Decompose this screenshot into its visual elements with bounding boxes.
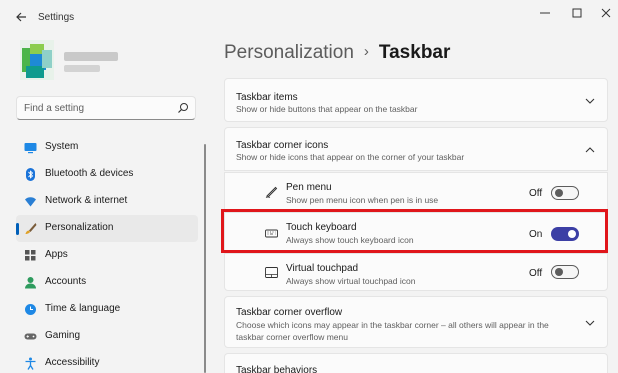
page-title: Taskbar <box>378 42 451 63</box>
pen-menu-toggle[interactable] <box>551 186 579 200</box>
minimize-button[interactable] <box>530 4 560 24</box>
back-button[interactable] <box>10 8 32 26</box>
breadcrumb: Personalization › Taskbar <box>224 42 450 64</box>
bluetooth-icon <box>26 168 35 181</box>
toggle-knob <box>555 189 563 197</box>
sidebar-item-personalization[interactable]: Personalization <box>16 215 198 242</box>
search-icon <box>178 103 188 113</box>
keyboard-icon <box>265 229 278 238</box>
section-description: Choose which icons may appear in the tas… <box>236 320 549 342</box>
taskbar-items-section[interactable]: Taskbar items Show or hide buttons that … <box>224 78 608 122</box>
sidebar-item-system[interactable]: System <box>16 134 198 161</box>
app-title: Settings <box>38 12 75 23</box>
sidebar-item-label: Accessibility <box>45 357 100 368</box>
section-description: Show or hide icons that appear on the co… <box>236 152 465 162</box>
apps-icon <box>25 250 36 261</box>
toggle-knob <box>555 268 563 276</box>
monitor-icon <box>24 143 37 154</box>
back-arrow-icon <box>16 12 26 22</box>
sidebar-item-label: Personalization <box>45 222 114 233</box>
pen-icon <box>265 186 278 198</box>
chevron-up-icon[interactable] <box>585 146 595 154</box>
section-description: Show or hide buttons that appear on the … <box>236 104 418 114</box>
sidebar-item-label: Accounts <box>45 276 87 287</box>
taskbar-corner-icons-section[interactable]: Taskbar corner icons Show or hide icons … <box>224 127 608 171</box>
search-input[interactable]: Find a setting <box>16 96 196 120</box>
minimize-icon <box>540 12 550 14</box>
toggle-state-label: Off <box>529 268 543 279</box>
virtual-touchpad-setting: Virtual touchpad Always show virtual tou… <box>224 253 608 291</box>
sidebar-item-label: Network & internet <box>45 195 128 206</box>
sidebar-item-accessibility[interactable]: Accessibility <box>16 350 198 373</box>
setting-title: Virtual touchpad <box>286 263 359 274</box>
taskbar-corner-overflow-section[interactable]: Taskbar corner overflow Choose which ico… <box>224 296 608 348</box>
touch-keyboard-toggle[interactable] <box>551 227 579 241</box>
breadcrumb-separator: › <box>363 43 369 60</box>
section-title: Taskbar behaviors <box>236 365 318 373</box>
pen-menu-setting: Pen menu Show pen menu icon when pen is … <box>224 172 608 211</box>
virtual-touchpad-toggle[interactable] <box>551 265 579 279</box>
sidebar-item-label: Time & language <box>45 303 121 314</box>
sidebar-scrollbar[interactable] <box>204 144 206 373</box>
sidebar-item-time-language[interactable]: Time & language <box>16 296 198 323</box>
wifi-icon <box>25 197 36 207</box>
touchpad-icon <box>265 267 278 278</box>
setting-title: Touch keyboard <box>286 222 357 233</box>
gamepad-icon <box>24 333 37 340</box>
sidebar-item-label: System <box>45 141 79 152</box>
toggle-state-label: On <box>529 229 543 240</box>
sidebar-item-label: Gaming <box>45 330 81 341</box>
maximize-button[interactable] <box>562 4 592 24</box>
setting-description: Show pen menu icon when pen is in use <box>286 195 439 205</box>
sidebar-item-accounts[interactable]: Accounts <box>16 269 198 296</box>
chevron-down-icon[interactable] <box>585 97 595 105</box>
section-title: Taskbar items <box>236 92 298 103</box>
maximize-icon <box>572 8 582 18</box>
avatar[interactable] <box>20 40 54 80</box>
user-email-blurred <box>64 65 100 72</box>
setting-title: Pen menu <box>286 182 332 193</box>
sidebar-item-network[interactable]: Network & internet <box>16 188 198 215</box>
brush-icon <box>25 223 37 234</box>
close-icon <box>601 8 611 18</box>
toggle-knob <box>568 230 576 238</box>
person-icon <box>25 277 36 289</box>
sidebar-item-gaming[interactable]: Gaming <box>16 323 198 350</box>
accessibility-icon <box>25 357 36 370</box>
sidebar-item-label: Apps <box>45 249 68 260</box>
sidebar-item-label: Bluetooth & devices <box>45 168 134 179</box>
setting-description: Always show virtual touchpad icon <box>286 276 416 286</box>
close-button[interactable] <box>594 4 618 24</box>
chevron-down-icon[interactable] <box>585 319 595 327</box>
search-placeholder: Find a setting <box>24 103 85 114</box>
sidebar-nav: System Bluetooth & devices Network & int… <box>16 134 198 373</box>
sidebar-item-apps[interactable]: Apps <box>16 242 198 269</box>
title-bar: Settings <box>0 0 618 34</box>
user-name-blurred <box>64 52 118 61</box>
breadcrumb-parent[interactable]: Personalization <box>224 42 354 63</box>
section-title: Taskbar corner overflow <box>236 307 343 318</box>
touch-keyboard-setting: Touch keyboard Always show touch keyboar… <box>224 212 608 252</box>
taskbar-behaviors-section[interactable]: Taskbar behaviors <box>224 353 608 373</box>
sidebar-item-bluetooth[interactable]: Bluetooth & devices <box>16 161 198 188</box>
toggle-state-label: Off <box>529 188 543 199</box>
setting-description: Always show touch keyboard icon <box>286 235 414 245</box>
section-title: Taskbar corner icons <box>236 140 329 151</box>
globe-clock-icon <box>25 304 36 315</box>
